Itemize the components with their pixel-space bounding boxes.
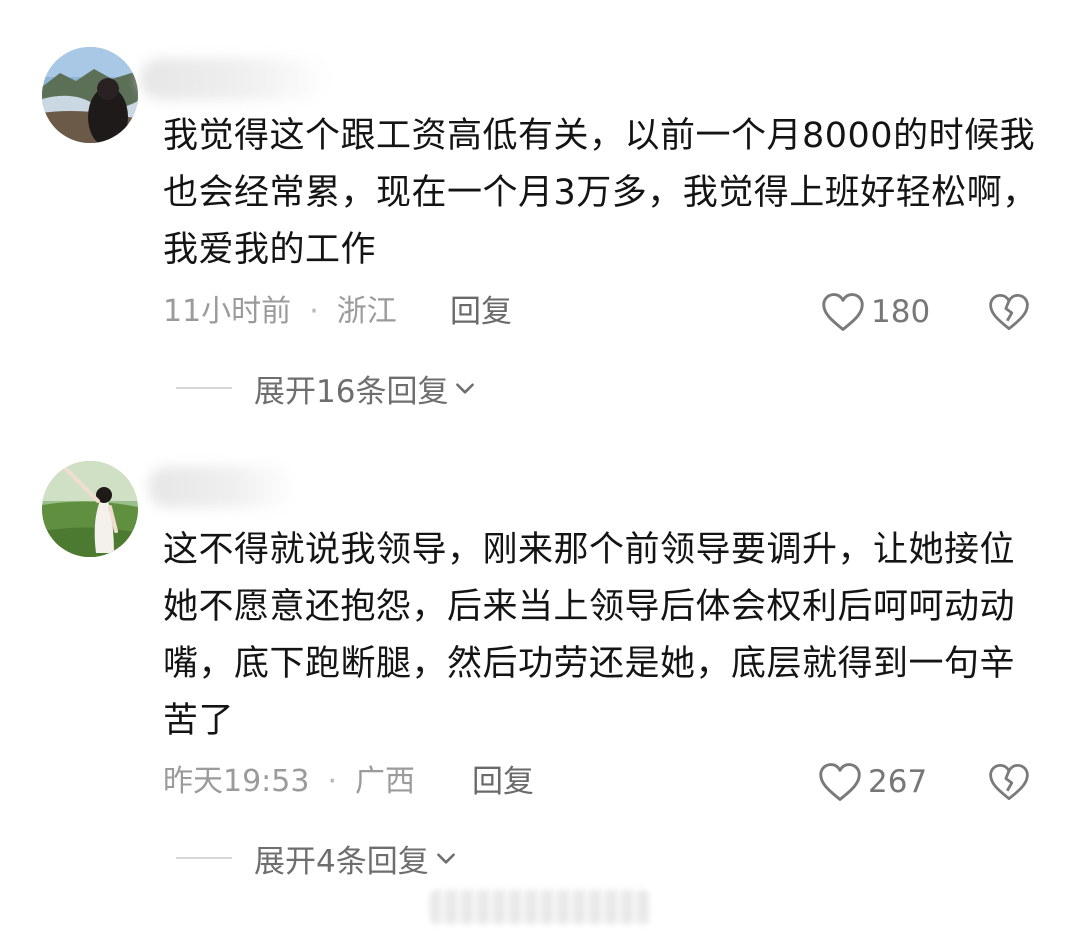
expand-replies-label: 展开4条回复 (254, 843, 429, 880)
divider-line (176, 857, 232, 859)
comment-item: 我觉得这个跟工资高低有关，以前一个月8000的时候我也会经常累，现在一个月3万多… (0, 0, 1080, 430)
like-count: 180 (871, 294, 931, 330)
username-blurred[interactable] (148, 466, 298, 508)
dislike-button[interactable] (988, 761, 1030, 803)
watermark-blurred (430, 890, 650, 924)
avatar[interactable] (42, 47, 138, 143)
broken-heart-icon (989, 293, 1029, 331)
landscape-avatar-icon (42, 47, 138, 143)
meta-separator: · (327, 764, 338, 799)
avatar[interactable] (42, 461, 138, 557)
comment-text: 这不得就说我领导，刚来那个前领导要调升，让她接位她不愿意还抱怨，后来当上领导后体… (163, 530, 1016, 741)
broken-heart-icon (989, 763, 1029, 801)
heart-outline-icon (822, 293, 864, 331)
heart-outline-icon (819, 763, 861, 801)
expand-replies-label: 展开16条回复 (254, 373, 449, 410)
divider-line (176, 387, 232, 389)
girl-grassland-avatar-icon (42, 461, 138, 557)
dislike-button[interactable] (988, 291, 1030, 333)
comment-location: 浙江 (336, 294, 397, 329)
username-blurred[interactable] (140, 58, 330, 100)
chevron-down-icon (456, 383, 475, 394)
expand-replies-button[interactable]: 展开16条回复 (176, 366, 478, 410)
reply-button[interactable]: 回复 (450, 292, 512, 332)
like-button[interactable]: 180 (821, 290, 930, 334)
comment-meta: 11小时前 · 浙江 (163, 292, 397, 332)
comment-meta: 昨天19:53 · 广西 (163, 762, 415, 802)
like-count: 267 (868, 764, 928, 800)
like-button[interactable]: 267 (818, 760, 927, 804)
chevron-down-icon (436, 853, 455, 864)
reply-button[interactable]: 回复 (472, 762, 534, 802)
comment-text: 我觉得这个跟工资高低有关，以前一个月8000的时候我也会经常累，现在一个月3万多… (163, 116, 1038, 270)
comment-location: 广西 (355, 764, 416, 799)
comment-time: 昨天19:53 (163, 764, 310, 799)
comment-item: 这不得就说我领导，刚来那个前领导要调升，让她接位她不愿意还抱怨，后来当上领导后体… (0, 430, 1080, 900)
comment-time: 11小时前 (163, 294, 292, 329)
meta-separator: · (309, 294, 319, 329)
expand-replies-button[interactable]: 展开4条回复 (176, 836, 459, 880)
